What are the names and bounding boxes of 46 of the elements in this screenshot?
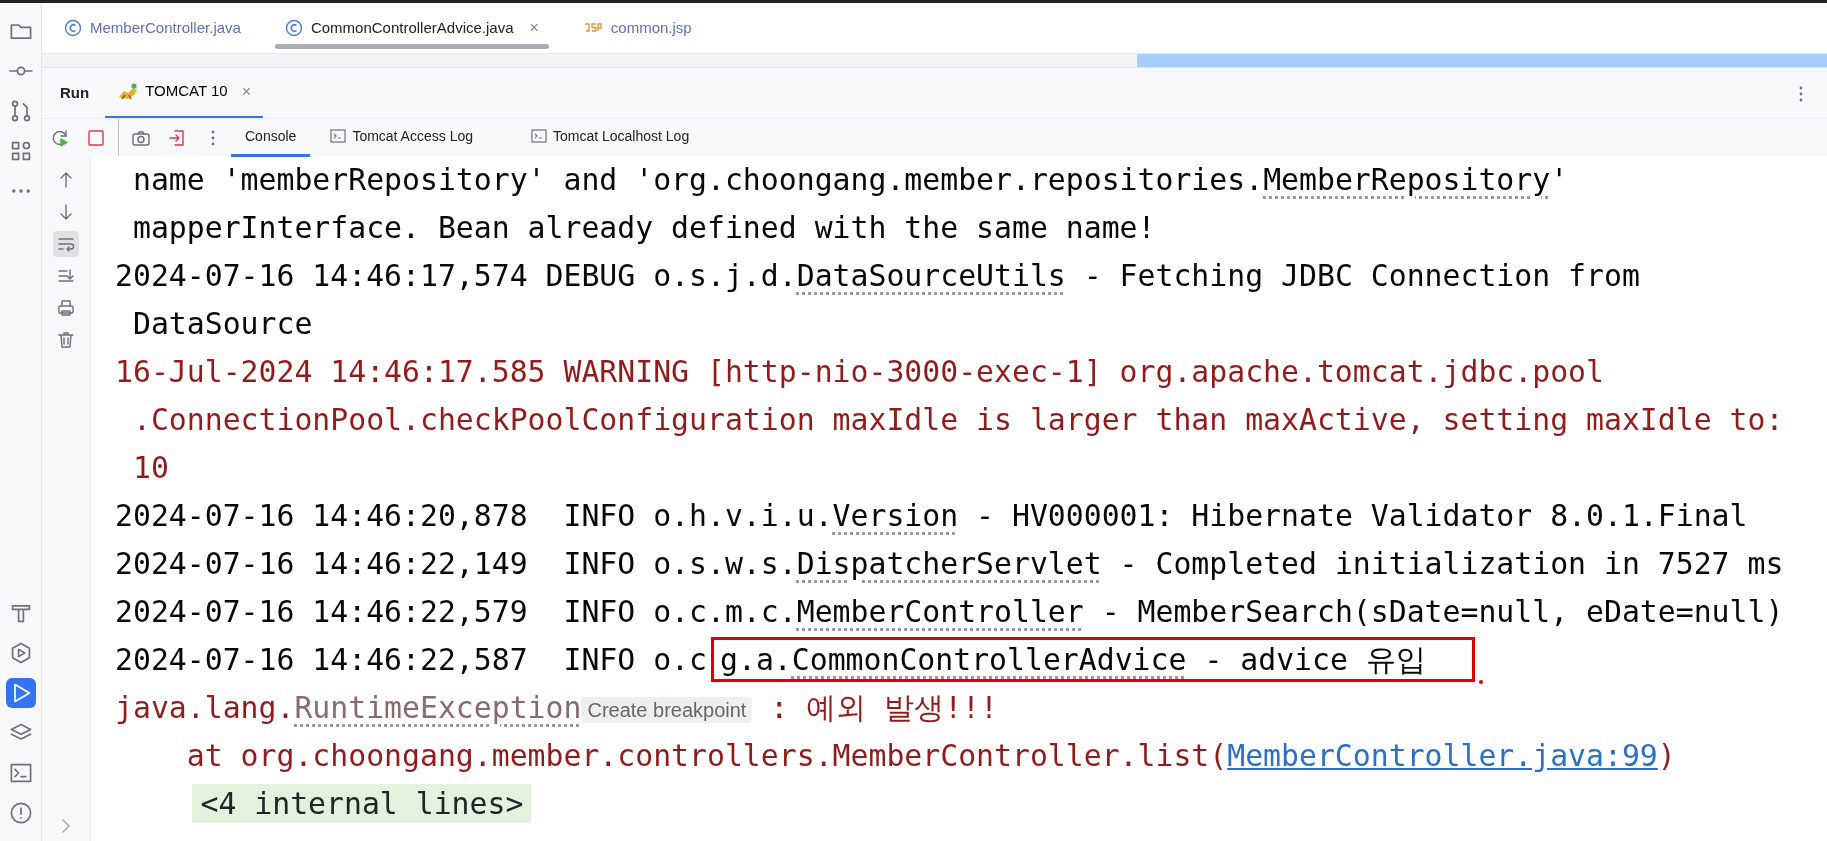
- console-line: java.lang.RuntimeException Create breakpoint : 예외 발생!!!: [115, 689, 999, 727]
- editor-tab[interactable]: common.jsp: [560, 3, 714, 53]
- editor-tab[interactable]: CommonControllerAdvice.java ×: [262, 3, 561, 53]
- close-icon[interactable]: ×: [529, 16, 539, 40]
- jsp-file-icon: [582, 21, 603, 35]
- console-line: 16-Jul-2024 14:46:17.585 WARNING [http-nio-3000-exec-1] org.apache.tomcat.jdbc.pool: [115, 353, 1605, 391]
- console-line: 2024-07-16 14:46:22,587 INFO o.c g.a.CommonControllerAdvice - advice 유입: [115, 636, 1827, 684]
- console-line: 2024-07-16 14:46:17,574 DEBUG o.s.j.d.DataSourceUtils - Fetching JDBC Connection from: [115, 257, 1641, 295]
- exit-icon[interactable]: [167, 128, 187, 149]
- console-tab[interactable]: Tomcat Localhost Log: [517, 118, 704, 157]
- class-icon: [64, 19, 82, 37]
- stop-icon[interactable]: [86, 128, 106, 149]
- problems-icon[interactable]: [8, 801, 33, 825]
- console-tab[interactable]: Tomcat Access Log: [316, 118, 487, 157]
- console-line: 10: [131, 449, 170, 487]
- class-link[interactable]: DataSourceUtils: [796, 258, 1066, 293]
- console-line: DataSource: [131, 305, 314, 343]
- class-link[interactable]: MemberController: [796, 594, 1084, 629]
- console-line: 2024-07-16 14:46:22,149 INFO o.s.w.s.DispatcherServlet - Completed initialization in 7527 ms: [115, 545, 1785, 583]
- class-link[interactable]: RuntimeException: [294, 690, 582, 725]
- panel-title: Run: [59, 82, 91, 103]
- console-line: at org.choongang.member.controllers.MemberController.list(MemberController.java:99): [185, 737, 1677, 775]
- class-link[interactable]: MemberRepository: [1263, 162, 1551, 197]
- terminal-icon: [330, 129, 347, 143]
- console-tab[interactable]: Console: [231, 118, 311, 157]
- rerun-icon[interactable]: [50, 128, 70, 149]
- terminal-icon[interactable]: [8, 761, 33, 785]
- highlight-box: g.a.CommonControllerAdvice - advice 유입: [711, 637, 1475, 682]
- file-link[interactable]: MemberController.java:99: [1227, 738, 1658, 773]
- editor-tab[interactable]: MemberController.java: [42, 3, 263, 53]
- folded-lines[interactable]: <4 internal lines>: [192, 784, 532, 823]
- console-line: name 'memberRepository' and 'org.choongang.member.repositories.MemberRepository': [131, 161, 1570, 199]
- print-icon[interactable]: [56, 298, 76, 318]
- class-link[interactable]: DispatcherServlet: [796, 546, 1102, 581]
- console-line: 2024-07-16 14:46:22,579 INFO o.c.m.c.MemberController - MemberSearch(sDate=null, eDate=null): [115, 593, 1785, 631]
- marker-dot: [1478, 680, 1483, 684]
- terminal-icon: [531, 129, 547, 143]
- class-link[interactable]: Version: [832, 498, 959, 533]
- camera-icon[interactable]: [131, 128, 151, 149]
- trash-icon[interactable]: [56, 330, 76, 350]
- console-line: 2024-07-16 14:46:20,878 INFO o.h.v.i.u.Version - HV000001: Hibernate Validator 8.0.1.Final: [115, 497, 1749, 535]
- console-line: mapperInterface. Bean already defined with the same name!: [131, 209, 1157, 247]
- class-icon: [284, 19, 303, 37]
- console-line: .ConnectionPool.checkPoolConfiguration maxIdle is larger than maxActive, setting maxIdle to:: [131, 401, 1785, 439]
- class-link[interactable]: CommonControllerAdvice: [791, 642, 1187, 677]
- breakpoint-hint[interactable]: Create breakpoint: [581, 696, 753, 723]
